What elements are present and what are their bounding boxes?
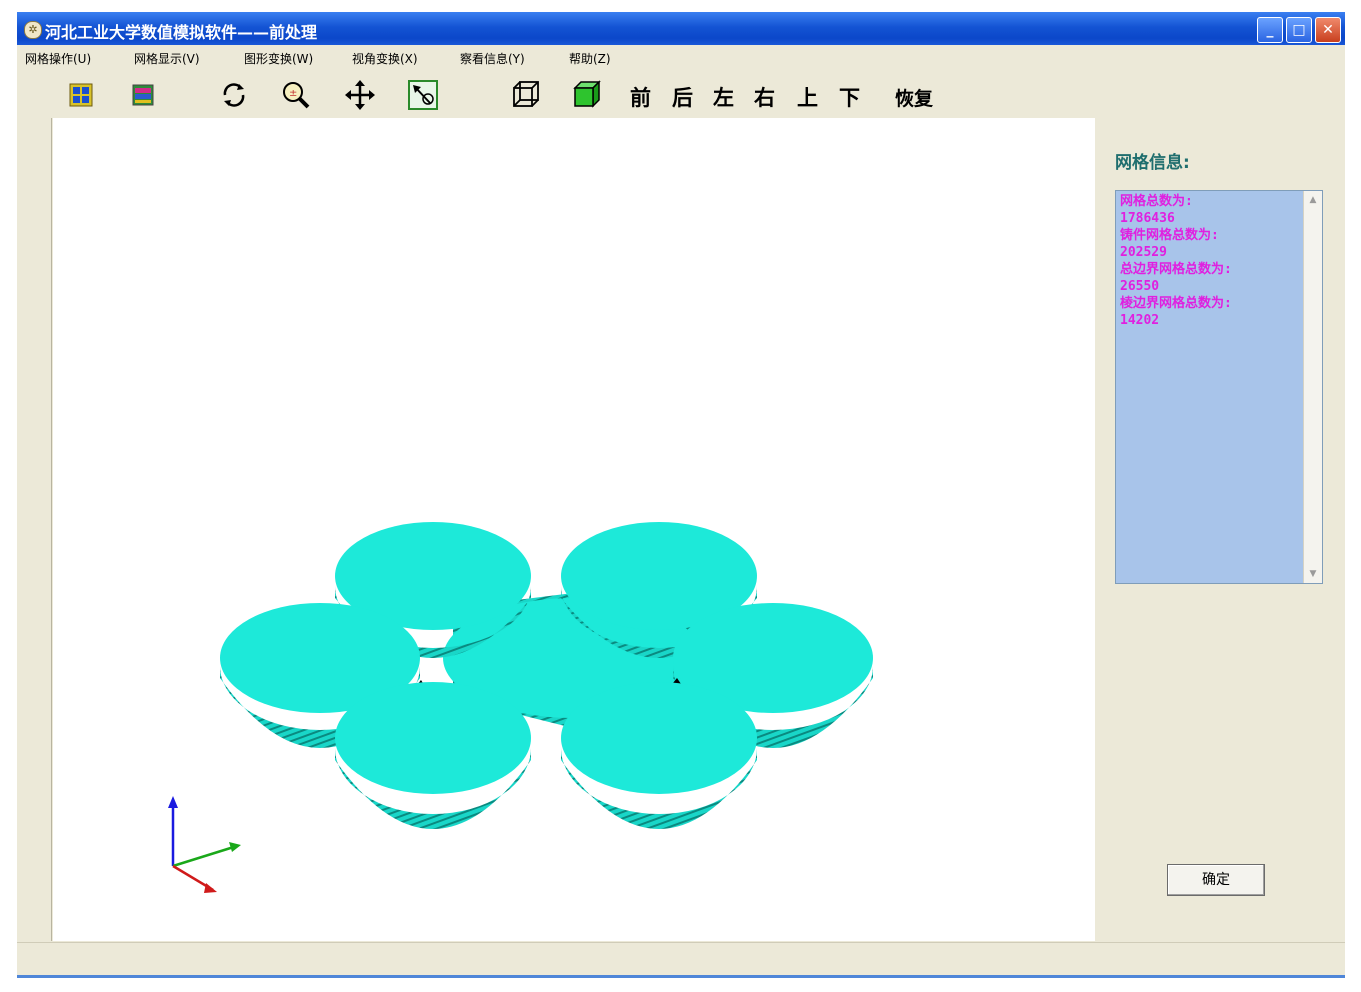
svg-text:±: ± [289, 88, 297, 99]
left-gutter [18, 118, 52, 941]
mesh-model-render [168, 522, 873, 893]
window-title: 河北工业大学数值模拟软件——前处理 [45, 23, 318, 42]
mesh-info-label: 网格信息: [1115, 153, 1190, 173]
y-axis-arrow [229, 842, 241, 852]
minimize-button[interactable]: _ [1257, 17, 1283, 43]
view-bottom-button[interactable]: 下 [839, 82, 860, 112]
title-bar[interactable]: ✲ 河北工业大学数值模拟软件——前处理 _ □ ✕ [17, 12, 1345, 45]
menu-view-info[interactable]: 察看信息(Y) [460, 50, 525, 67]
menu-mesh-operation[interactable]: 网格操作(U) [25, 50, 91, 67]
app-icon: ✲ [24, 21, 42, 39]
menu-mesh-display[interactable]: 网格显示(V) [134, 50, 200, 67]
mesh-model [220, 522, 873, 829]
menu-view-transform[interactable]: 视角变换(X) [352, 50, 418, 67]
scroll-down-icon[interactable]: ▼ [1306, 567, 1320, 581]
info-panel: 网格信息: 网格总数为: 1786436 铸件网格总数为: 202529 总边界… [1097, 118, 1345, 941]
menu-bar: 网格操作(U) 网格显示(V) 图形变换(W) 视角变换(X) 察看信息(Y) … [17, 46, 1345, 70]
maximize-button[interactable]: □ [1286, 17, 1312, 43]
info-line-edge-label: 棱边界网格总数为: [1120, 296, 1232, 311]
view-front-button[interactable]: 前 [630, 82, 651, 112]
zoom-icon[interactable]: ± [279, 79, 313, 111]
info-line-casting-value: 202529 [1120, 245, 1167, 260]
z-axis-arrow [168, 796, 178, 808]
toolbar: ± 前 后 左 右 上 下 恢复 [17, 72, 1345, 118]
info-line-total-value: 1786436 [1120, 211, 1175, 226]
solid-cube-icon[interactable] [570, 79, 604, 111]
view-back-button[interactable]: 后 [672, 82, 693, 112]
mesh-info-lines: 网格总数为: 1786436 铸件网格总数为: 202529 总边界网格总数为:… [1120, 193, 1300, 329]
menu-help[interactable]: 帮助(Z) [569, 50, 611, 67]
x-axis-arrow [204, 883, 217, 893]
axes-indicator [168, 796, 241, 893]
bottom-border [17, 975, 1345, 978]
pan-icon[interactable] [343, 79, 377, 111]
ok-button[interactable]: 确定 [1167, 864, 1265, 896]
info-line-total-label: 网格总数为: [1120, 194, 1193, 209]
info-line-edge-value: 14202 [1120, 313, 1160, 328]
rotate-icon[interactable] [217, 79, 251, 111]
wireframe-cube-icon[interactable] [509, 79, 543, 111]
view-left-button[interactable]: 左 [713, 82, 734, 112]
menu-graphic-transform[interactable]: 图形变换(W) [244, 50, 313, 67]
close-button[interactable]: ✕ [1315, 17, 1341, 43]
view-restore-button[interactable]: 恢复 [895, 84, 933, 111]
view-right-button[interactable]: 右 [754, 82, 775, 112]
grid-show-icon[interactable] [64, 79, 98, 111]
mesh-color-icon[interactable] [126, 79, 160, 111]
select-icon[interactable] [406, 79, 440, 111]
view-top-button[interactable]: 上 [797, 82, 818, 112]
info-line-boundary-label: 总边界网格总数为: [1120, 262, 1232, 277]
main-window: ✲ 河北工业大学数值模拟软件——前处理 _ □ ✕ 网格操作(U) 网格显示(V… [17, 12, 1345, 978]
mesh-info-textbox[interactable]: 网格总数为: 1786436 铸件网格总数为: 202529 总边界网格总数为:… [1115, 190, 1323, 584]
info-line-casting-label: 铸件网格总数为: [1120, 228, 1219, 243]
3d-viewport[interactable] [53, 118, 1095, 941]
info-line-boundary-value: 26550 [1120, 279, 1160, 294]
info-scrollbar[interactable]: ▲ ▼ [1303, 191, 1322, 583]
scroll-up-icon[interactable]: ▲ [1306, 193, 1320, 207]
y-axis [172, 844, 238, 868]
status-bar [17, 942, 1345, 976]
